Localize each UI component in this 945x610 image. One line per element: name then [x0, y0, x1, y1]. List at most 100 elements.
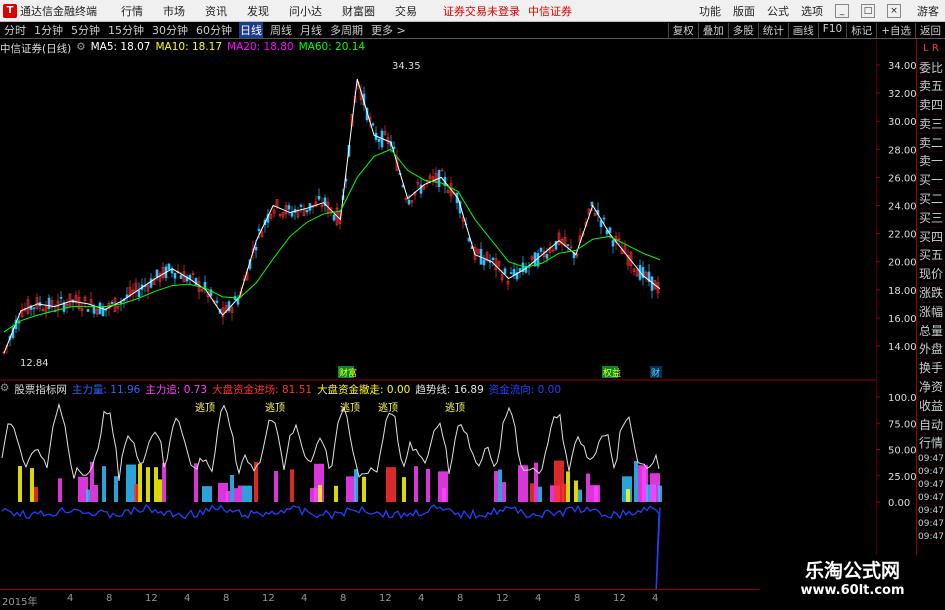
restore-icon[interactable]: □ [861, 3, 875, 18]
period-multi[interactable]: 多周期 [329, 22, 364, 38]
back-button[interactable]: 返回 [915, 22, 945, 38]
indicator-title: 股票指标网 [14, 384, 67, 396]
indicator-bar [318, 485, 322, 502]
menu-item-quotes[interactable]: 行情 [121, 3, 143, 19]
mark-button[interactable]: 标记 [846, 22, 876, 38]
period-timeshare[interactable]: 分时 [3, 22, 27, 38]
quote-panel-label: 买二 [917, 190, 945, 209]
quote-panel-label: 09:47 [917, 493, 945, 506]
candlestick [557, 229, 561, 247]
f10-button[interactable]: F10 [817, 22, 846, 38]
broker-notice[interactable]: 中信证券 [528, 3, 572, 19]
indicator-bar [18, 466, 22, 502]
menu-item-discover[interactable]: 发现 [247, 3, 269, 19]
minimize-icon[interactable]: _ [835, 3, 849, 18]
price-tick-label: 16.00 [888, 314, 916, 325]
indicator-bar [354, 469, 358, 502]
indicator-bar [134, 483, 138, 502]
date-axis-label: 4 [67, 593, 74, 604]
candlestick [548, 241, 552, 258]
candlestick [374, 126, 378, 143]
candlestick [32, 307, 36, 316]
menu-item-ask[interactable]: 问小达 [289, 3, 322, 19]
quote-panel-label: 卖二 [917, 134, 945, 153]
date-axis-label: 4 [418, 593, 425, 604]
menu-item-layout[interactable]: 版面 [733, 3, 755, 19]
menu-item-market[interactable]: 市场 [163, 3, 185, 19]
candlestick [296, 207, 300, 220]
menu-bar: T 通达信金融终端 行情 市场 资讯 发现 问小达 财富圈 交易 证券交易未登录… [0, 0, 945, 22]
candlestick [533, 251, 537, 267]
trade-login-notice[interactable]: 证券交易未登录 [443, 3, 520, 19]
menu-item-wealth[interactable]: 财富圈 [342, 3, 375, 19]
candlestick [185, 273, 189, 284]
quote-panel-label: 买三 [917, 209, 945, 228]
candlestick [197, 276, 201, 300]
adjust-button[interactable]: 复权 [667, 22, 698, 38]
indicator-item-2: 主力追: 0.73 [145, 384, 208, 396]
price-tick-label: 26.00 [888, 173, 916, 184]
fund-flow-line [1, 503, 661, 589]
menu-item-options[interactable]: 选项 [801, 3, 823, 19]
draw-button[interactable]: 画线 [787, 22, 818, 38]
price-tick-label: 28.00 [888, 145, 916, 156]
indicator-bar [578, 489, 582, 502]
candlestick [95, 307, 99, 317]
menu-item-formula[interactable]: 公式 [767, 3, 789, 19]
indicator-item-4: 大盘资金撤走: 0.00 [317, 384, 411, 396]
candlestick [269, 213, 273, 221]
candlestick [275, 198, 279, 210]
menu-item-function[interactable]: 功能 [699, 3, 721, 19]
menu-item-trade[interactable]: 交易 [395, 3, 417, 19]
indicator-bar [114, 476, 118, 502]
indicator-bar [518, 465, 528, 502]
indicator-bar [530, 483, 534, 502]
indicator-bar [642, 466, 646, 502]
period-15min[interactable]: 15分钟 [107, 22, 145, 38]
indicator-bar [586, 473, 590, 502]
period-1min[interactable]: 1分钟 [33, 22, 64, 38]
period-monthly[interactable]: 月线 [299, 22, 323, 38]
price-chart[interactable]: 34.35 12.84 财富 权益 财 逃顶 逃顶 逃顶 逃顶 逃顶 [0, 39, 876, 589]
candlestick [437, 169, 441, 193]
indicator-settings-icon[interactable]: ⚙ [0, 382, 9, 396]
indicator-bar [158, 479, 162, 502]
candlestick [173, 272, 177, 285]
indicator-bar [86, 489, 90, 502]
add-watchlist-button[interactable]: +自选 [876, 22, 915, 38]
price-tick-label: 24.00 [888, 202, 916, 213]
candlestick [65, 298, 69, 314]
overlay-button[interactable]: 叠加 [697, 22, 728, 38]
candlestick [182, 264, 186, 283]
stats-button[interactable]: 统计 [757, 22, 788, 38]
app-logo-icon: T [3, 3, 17, 18]
period-weekly[interactable]: 周线 [269, 22, 293, 38]
watermark-line-1: 乐淘公式网 [804, 560, 900, 582]
period-60min[interactable]: 60分钟 [195, 22, 233, 38]
candlestick [302, 203, 306, 217]
period-5min[interactable]: 5分钟 [70, 22, 101, 38]
candlestick [170, 265, 174, 278]
candlestick [116, 305, 120, 314]
candlestick [407, 194, 411, 206]
price-tick-label: 20.00 [888, 258, 916, 269]
candlestick [434, 167, 438, 188]
period-daily[interactable]: 日线 [239, 22, 263, 38]
period-30min[interactable]: 30分钟 [151, 22, 189, 38]
quote-panel-label: 换手 [917, 359, 945, 379]
multi-stock-button[interactable]: 多股 [727, 22, 758, 38]
candlestick [320, 197, 324, 213]
guest-label[interactable]: 游客 [917, 3, 939, 19]
close-icon[interactable]: × [887, 3, 901, 18]
indicator-bar [226, 490, 230, 502]
indicator-bar [562, 483, 566, 502]
quote-panel-label: 现价 [917, 265, 945, 285]
quote-panel-label: 买五 [917, 246, 945, 266]
indicator-item-1: 主力量: 11.96 [71, 384, 141, 396]
date-axis-label: 4 [535, 593, 542, 604]
indicator-bar [242, 485, 252, 502]
panel-header[interactable]: L R [917, 39, 945, 59]
indicator-bar [594, 485, 598, 502]
period-more[interactable]: 更多 > [370, 22, 407, 38]
menu-item-news[interactable]: 资讯 [205, 3, 227, 19]
